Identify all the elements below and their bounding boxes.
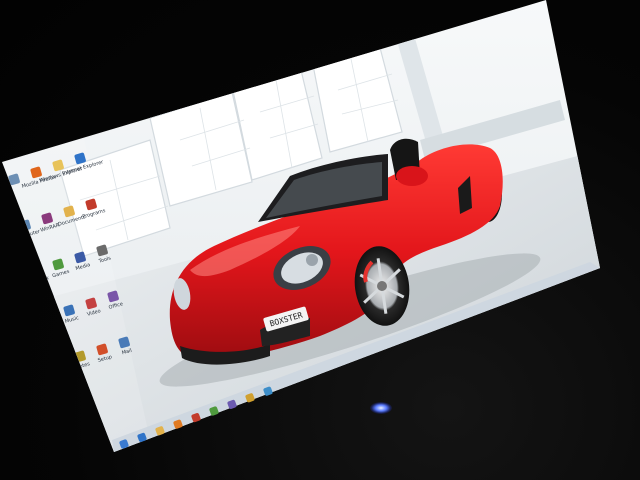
desktop-icon-label: Skype [53, 368, 69, 378]
power-led [370, 402, 392, 414]
desktop-icon-label: Network [28, 275, 50, 287]
laptop-screen: BOXSTER Mozilla FirefoxWindows ExplorerI… [2, 0, 600, 452]
desktop-icon-label: Photos [41, 322, 59, 333]
desktop-wallpaper: BOXSTER [2, 0, 600, 452]
app-icon[interactable]: Photos [38, 310, 60, 332]
app-icon[interactable]: Skype [50, 357, 69, 378]
